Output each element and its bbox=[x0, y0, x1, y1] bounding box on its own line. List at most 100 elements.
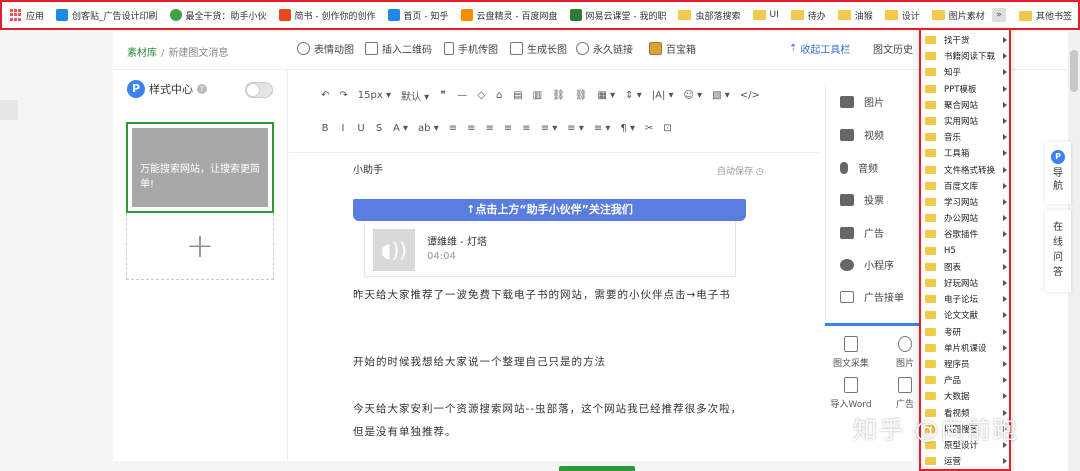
format-tool-button[interactable]: ≡ bbox=[522, 123, 530, 134]
bookmark-folder-item[interactable]: H5 bbox=[925, 243, 1009, 259]
bookmark-netease[interactable]: 网易云课堂 - 我的职 bbox=[569, 9, 666, 22]
format-tool-button[interactable]: ⊡ bbox=[663, 123, 671, 134]
format-tool-button[interactable]: ≡ bbox=[467, 123, 475, 134]
audio-card[interactable]: ◖)) 谭维维 - 灯塔 04:04 bbox=[364, 221, 736, 277]
bookmark-folder-item[interactable]: 好玩网站 bbox=[925, 275, 1009, 291]
format-tool-button[interactable]: ¶ ▾ bbox=[620, 123, 635, 134]
breadcrumb-root[interactable]: 素材库 bbox=[127, 48, 157, 59]
article-paragraph[interactable]: 昨天给大家推荐了一波免费下载电子书的网站，需要的小伙伴点击→电子书 bbox=[353, 284, 753, 307]
format-tool-button[interactable]: ≡ ▾ bbox=[541, 123, 558, 134]
bookmark-folder-item[interactable]: 谷歌插件 bbox=[925, 226, 1009, 242]
bookmarks-more-button[interactable]: » bbox=[992, 8, 1006, 22]
bookmark-zhihu[interactable]: 首页 - 知乎 bbox=[387, 9, 449, 22]
import-word-button[interactable]: 导入Word bbox=[829, 377, 873, 410]
bookmark-folder-item[interactable]: 图表 bbox=[925, 259, 1009, 275]
bookmark-folder-item[interactable]: 学习网站 bbox=[925, 194, 1009, 210]
article-paragraph[interactable]: 开始的时候我想给大家说一个整理自己只是的方法 bbox=[353, 351, 753, 374]
bookmark-folder-item[interactable]: 找干货 bbox=[925, 32, 1009, 48]
format-tool-button[interactable]: ⛓ bbox=[575, 90, 588, 101]
format-tool-button[interactable]: U bbox=[357, 123, 365, 134]
format-tool-button[interactable]: ▦ ▾ bbox=[598, 90, 616, 101]
bookmark-chuangketie[interactable]: 创客贴_广告设计印刷 bbox=[56, 9, 158, 22]
bookmark-folder-item[interactable]: 单片机课设 bbox=[925, 340, 1009, 356]
insert-ad[interactable]: 广告 bbox=[840, 225, 884, 240]
bookmark-folder-item[interactable]: 音乐 bbox=[925, 129, 1009, 145]
long-image-button[interactable]: 生成长图 bbox=[510, 41, 567, 56]
bookmark-folder-item[interactable]: 产品 bbox=[925, 372, 1009, 388]
format-tool-button[interactable]: ↶ bbox=[321, 90, 329, 101]
collect-article-button[interactable]: 图文采集 bbox=[829, 336, 873, 369]
bookmark-folder-item[interactable]: 文件格式转换 bbox=[925, 162, 1009, 178]
sticker-button[interactable]: 表情动图 bbox=[297, 41, 354, 56]
insert-miniprogram[interactable]: 小程序 bbox=[840, 257, 894, 272]
online-qa-widget[interactable]: 在线问答 bbox=[1045, 210, 1071, 292]
format-tool-button[interactable]: </> bbox=[740, 90, 760, 101]
bookmark-folder-item[interactable]: 办公网站 bbox=[925, 210, 1009, 226]
format-tool-button[interactable]: ⛓ bbox=[552, 90, 565, 101]
bookmark-folder-item[interactable]: 工具箱 bbox=[925, 145, 1009, 161]
bookmark-folder-item[interactable]: 聚合网站 bbox=[925, 97, 1009, 113]
format-tool-button[interactable]: ☺ ▾ bbox=[684, 90, 703, 101]
format-tool-button[interactable]: 15px ▾ bbox=[358, 90, 391, 101]
format-tool-button[interactable]: ◇ bbox=[477, 90, 485, 101]
bookmark-folder-item[interactable]: 考研 bbox=[925, 324, 1009, 340]
format-tool-button[interactable]: ❞ bbox=[439, 90, 447, 101]
history-button[interactable]: 图文历史 bbox=[873, 41, 913, 56]
format-tool-button[interactable]: ⇕ ▾ bbox=[625, 90, 642, 101]
format-tool-button[interactable]: ✂ bbox=[645, 123, 653, 134]
bookmark-folder-item[interactable]: 运营 bbox=[925, 453, 1009, 469]
scrollbar-thumb[interactable] bbox=[1070, 50, 1078, 92]
style-center-toggle[interactable] bbox=[245, 82, 273, 98]
bookmark-folder-item[interactable]: 知乎 bbox=[925, 64, 1009, 80]
bottom-save-button[interactable] bbox=[559, 466, 635, 471]
format-tool-button[interactable]: ▧ ▾ bbox=[712, 90, 730, 101]
permalink-button[interactable]: 永久链接 bbox=[576, 41, 633, 56]
format-tool-button[interactable]: ≡ bbox=[449, 123, 457, 134]
insert-video[interactable]: 视频 bbox=[840, 127, 884, 142]
bookmark-folder-tampermonkey[interactable]: 油猴 bbox=[837, 9, 873, 22]
bookmark-folder-chongbuluo[interactable]: 虫部落搜索 bbox=[678, 9, 741, 22]
bookmark-folder-item[interactable]: 百度文库 bbox=[925, 178, 1009, 194]
article-editor[interactable]: 小助手 自动保存 ◷ ↑点击上方“助手小伙伴”关注我们 ◖)) 谭维维 - 灯塔… bbox=[289, 153, 821, 471]
help-icon[interactable]: ? bbox=[197, 84, 207, 94]
format-tool-button[interactable]: ≡ ▾ bbox=[594, 123, 611, 134]
guide-widget[interactable]: P 导航 bbox=[1045, 142, 1071, 204]
bookmark-folder-item[interactable]: 大数据 bbox=[925, 388, 1009, 404]
phone-upload-button[interactable]: 手机传图 bbox=[444, 41, 498, 56]
format-tool-button[interactable]: S bbox=[375, 123, 383, 134]
format-tool-button[interactable]: 默认 ▾ bbox=[401, 88, 429, 103]
bookmark-folder-todo[interactable]: 待办 bbox=[790, 9, 826, 22]
bookmark-yunpan[interactable]: 云盘精灵 - 百度网盘 bbox=[460, 9, 558, 22]
bookmark-folder-item[interactable]: 书籍阅读下载 bbox=[925, 48, 1009, 64]
format-tool-button[interactable]: |A| ▾ bbox=[652, 90, 674, 101]
bookmark-apps[interactable]: 应用 bbox=[10, 9, 44, 22]
bookmark-jianshu[interactable]: 简书 - 创作你的创作 bbox=[278, 9, 376, 22]
format-tool-button[interactable]: ab ▾ bbox=[418, 123, 439, 134]
bookmark-wechat[interactable]: 最全干货：助手小伙 bbox=[169, 9, 267, 22]
bookmark-folder-item[interactable]: 电子论坛 bbox=[925, 291, 1009, 307]
article-author[interactable]: 小助手 bbox=[353, 161, 383, 176]
format-tool-button[interactable]: I bbox=[339, 123, 347, 134]
bookmark-folder-ui[interactable]: UI bbox=[752, 10, 779, 20]
bookmark-folder-item[interactable]: 程序员 bbox=[925, 356, 1009, 372]
format-tool-button[interactable]: — bbox=[457, 90, 467, 101]
other-bookmarks[interactable]: 其他书签 bbox=[1018, 9, 1072, 22]
format-tool-button[interactable]: ≡ bbox=[486, 123, 494, 134]
treasure-box-button[interactable]: 百宝箱 bbox=[649, 41, 696, 56]
insert-image[interactable]: 图片 bbox=[840, 94, 884, 109]
bookmark-folder-design[interactable]: 设计 bbox=[884, 9, 920, 22]
collapse-toolbar-button[interactable]: ⇡ 收起工具栏 bbox=[789, 41, 850, 56]
format-tool-button[interactable]: A ▾ bbox=[393, 123, 408, 134]
add-template-button[interactable]: + bbox=[126, 213, 274, 280]
format-tool-button[interactable]: ≡ bbox=[504, 123, 512, 134]
left-edge-tab[interactable] bbox=[0, 100, 18, 120]
format-tool-button[interactable]: ▥ bbox=[533, 90, 542, 101]
format-tool-button[interactable]: ▤ bbox=[513, 90, 522, 101]
bookmark-folder-item[interactable]: 论文文献 bbox=[925, 307, 1009, 323]
insert-audio[interactable]: 音频 bbox=[840, 160, 878, 175]
bookmark-folder-item[interactable]: PPT模板 bbox=[925, 81, 1009, 97]
format-tool-button[interactable]: B bbox=[321, 123, 329, 134]
format-tool-button[interactable]: ≡ ▾ bbox=[567, 123, 584, 134]
bookmark-folder-images[interactable]: 图片素材 bbox=[931, 9, 985, 22]
template-card[interactable]: 万能搜索网站，让搜索更简单! bbox=[126, 122, 274, 213]
